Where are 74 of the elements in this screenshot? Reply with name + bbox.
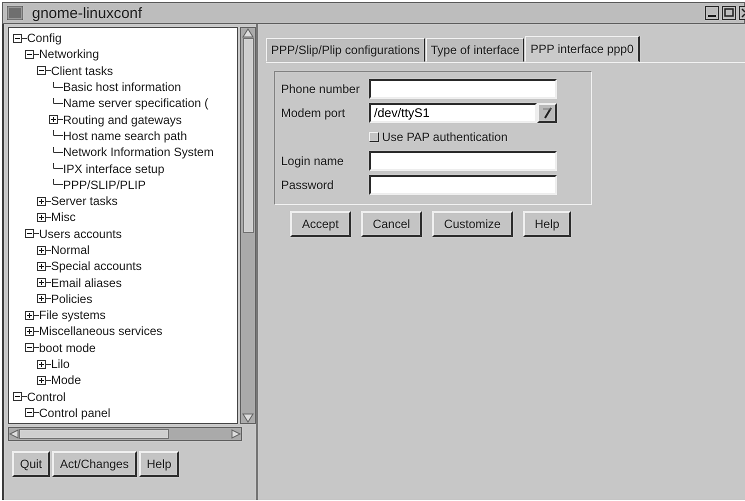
tab[interactable]: PPP interface ppp0	[525, 36, 640, 62]
tree-item[interactable]: Special accounts	[51, 259, 142, 274]
slash-icon	[542, 107, 552, 119]
tree-item[interactable]: PPP/SLIP/PLIP	[63, 178, 146, 192]
tree-item[interactable]: Lilo	[51, 357, 70, 372]
tree-item[interactable]: File systems	[39, 308, 106, 322]
right-arrow-icon[interactable]	[231, 429, 241, 439]
minus-box-icon[interactable]	[25, 48, 39, 60]
minus-box-icon[interactable]	[25, 228, 39, 240]
tree-item[interactable]: Control	[27, 390, 66, 404]
horizontal-scrollbar[interactable]	[8, 427, 242, 441]
pap-checkbox[interactable]: Use PAP authentication	[369, 130, 508, 144]
tree-item[interactable]: Network Information System	[63, 145, 214, 160]
tree-item[interactable]: Email aliases	[51, 276, 122, 290]
minus-box-icon[interactable]	[37, 65, 51, 76]
left-arrow-icon[interactable]	[9, 429, 19, 439]
tree-item[interactable]: IPX interface setup	[63, 162, 164, 176]
down-arrow-icon[interactable]	[242, 413, 254, 423]
dialog-button[interactable]: Accept	[290, 211, 351, 237]
window-title: gnome-linuxconf	[32, 4, 142, 22]
toolbar-button[interactable]: Act/Changes	[52, 451, 137, 477]
toolbar-button[interactable]: Help	[138, 451, 180, 477]
plus-box-icon[interactable]	[25, 326, 39, 337]
tree-item[interactable]: Normal	[51, 243, 90, 257]
minus-box-icon[interactable]	[13, 391, 27, 402]
minus-box-icon[interactable]	[13, 32, 27, 44]
tree-item[interactable]: Routing and gateways	[63, 112, 182, 127]
vertical-scrollbar[interactable]	[240, 27, 256, 424]
tab[interactable]: PPP/Slip/Plip configurations	[266, 38, 425, 62]
tree-item[interactable]: Basic host information	[63, 80, 182, 94]
dialog-button[interactable]: Help	[522, 211, 572, 237]
up-arrow-icon[interactable]	[242, 28, 254, 38]
tree-item[interactable]: Miscellaneous services	[39, 324, 162, 338]
plus-box-icon[interactable]	[37, 260, 51, 272]
input-field[interactable]	[369, 151, 557, 171]
dialog-button[interactable]: Customize	[432, 211, 513, 237]
tree-item[interactable]: Control panel	[39, 406, 110, 420]
toolbar-button[interactable]: Quit	[12, 451, 50, 477]
input-field[interactable]: /dev/ttyS1	[369, 103, 537, 123]
tree-item[interactable]: Policies	[51, 292, 92, 306]
input-field[interactable]	[369, 79, 557, 99]
field-label: Password	[281, 178, 335, 192]
minus-box-icon[interactable]	[25, 407, 39, 418]
close-icon[interactable]	[739, 6, 745, 20]
tree-item[interactable]: Name server specification (	[63, 96, 208, 110]
plus-box-icon[interactable]	[37, 212, 51, 223]
tree-item[interactable]: Config	[27, 31, 62, 46]
tree-item[interactable]: Networking	[39, 47, 100, 62]
input-field[interactable]	[369, 175, 557, 195]
minimize-icon[interactable]	[705, 6, 719, 20]
maximize-icon[interactable]	[722, 6, 736, 20]
plus-box-icon[interactable]	[49, 114, 63, 126]
plus-box-icon[interactable]	[37, 293, 51, 304]
field-label: Phone number	[281, 82, 361, 96]
minus-box-icon[interactable]	[25, 342, 39, 354]
tree-item[interactable]: Mode	[51, 373, 82, 388]
tree-item[interactable]: Misc	[51, 210, 76, 224]
tree-item[interactable]: Users accounts	[39, 226, 122, 241]
menu-icon[interactable]	[7, 6, 23, 20]
plus-box-icon[interactable]	[25, 310, 39, 321]
dropdown-button[interactable]	[537, 103, 557, 123]
tab[interactable]: Type of interface	[426, 38, 524, 62]
plus-box-icon[interactable]	[37, 358, 51, 370]
plus-box-icon[interactable]	[37, 196, 51, 207]
dialog-button[interactable]: Cancel	[360, 211, 422, 237]
plus-box-icon[interactable]	[37, 277, 51, 288]
field-label: Login name	[281, 154, 345, 168]
plus-box-icon[interactable]	[37, 374, 51, 386]
field-label: Modem port	[281, 106, 346, 120]
tree-item[interactable]: Host name search path	[63, 128, 188, 143]
tree-item[interactable]: Client tasks	[51, 64, 114, 78]
tree-item[interactable]: boot mode	[39, 340, 96, 355]
plus-box-icon[interactable]	[37, 244, 51, 256]
tree-item[interactable]: Server tasks	[51, 194, 118, 208]
